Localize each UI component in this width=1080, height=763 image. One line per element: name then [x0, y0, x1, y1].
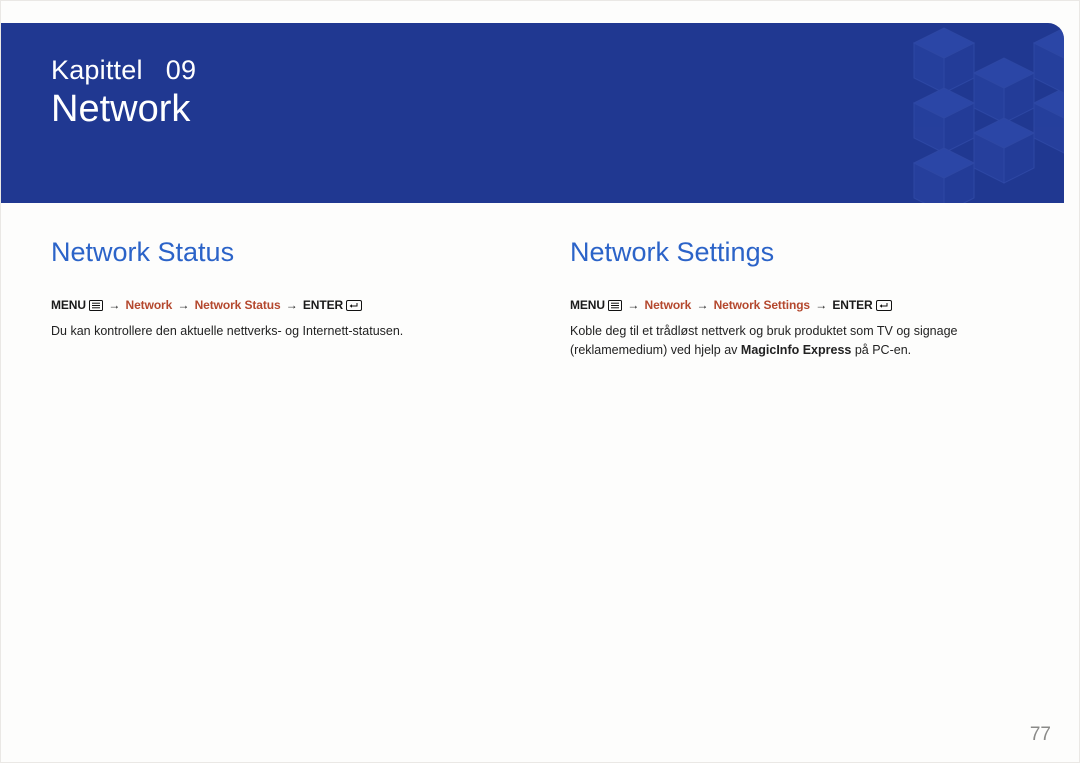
- left-column: Network Status MENU → Network → Network …: [51, 237, 510, 360]
- chapter-header: Kapittel 09 Network: [1, 23, 1064, 203]
- menu-icon: [608, 300, 622, 314]
- breadcrumb-network: Network: [126, 298, 173, 312]
- enter-label: ENTER: [303, 298, 343, 312]
- desc-text: på PC-en.: [851, 343, 911, 357]
- arrow-icon: →: [177, 298, 189, 312]
- menu-label: MENU: [51, 298, 86, 312]
- breadcrumb-network-status: Network Status: [195, 298, 281, 312]
- arrow-icon: →: [286, 298, 298, 312]
- desc-bold: MagicInfo Express: [741, 343, 851, 357]
- arrow-icon: →: [696, 298, 708, 312]
- arrow-icon: →: [815, 298, 827, 312]
- page-number: 77: [1030, 724, 1051, 746]
- enter-icon: [346, 300, 362, 314]
- chapter-number: 09: [166, 55, 196, 85]
- menu-label: MENU: [570, 298, 605, 312]
- section-heading-network-settings: Network Settings: [570, 237, 1029, 268]
- enter-icon: [876, 300, 892, 314]
- arrow-icon: →: [627, 298, 639, 312]
- chapter-label: Kapittel: [51, 55, 143, 85]
- arrow-icon: →: [108, 298, 120, 312]
- right-column: Network Settings MENU → Network → Networ…: [570, 237, 1029, 360]
- section-description: Du kan kontrollere den aktuelle nettverk…: [51, 322, 510, 341]
- decorative-cubes-icon: [844, 23, 1064, 203]
- menu-path-network-status: MENU → Network → Network Status → ENTER: [51, 298, 510, 314]
- menu-path-network-settings: MENU → Network → Network Settings → ENTE…: [570, 298, 1029, 314]
- section-heading-network-status: Network Status: [51, 237, 510, 268]
- menu-icon: [89, 300, 103, 314]
- document-page: Kapittel 09 Network Network Status MENU …: [0, 0, 1080, 763]
- section-description: Koble deg til et trådløst nettverk og br…: [570, 322, 1029, 360]
- content-columns: Network Status MENU → Network → Network …: [1, 203, 1079, 360]
- breadcrumb-network: Network: [645, 298, 692, 312]
- breadcrumb-network-settings: Network Settings: [714, 298, 810, 312]
- enter-label: ENTER: [832, 298, 872, 312]
